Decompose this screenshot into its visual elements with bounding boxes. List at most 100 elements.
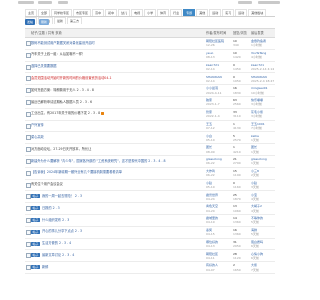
thread-title-link[interactable]: 工业出生，有2017年关于用的价格下发 2 . 3 . 8 [31,111,196,116]
thread-title-link[interactable]: 【告诉我】2024年新增期一都外业有几个要接机制需要看看清单 [31,170,196,175]
forum-tab[interactable]: 实习 [222,9,235,16]
forum-tab[interactable]: 其他 [196,9,209,16]
thread-title-text: 汽车关于上线一组：从后如哦不一样！ [31,52,86,57]
thread-date: 2024-4-11 [206,90,222,95]
thread-title-link[interactable]: 汽车关于上线一组：从后如哦不一样！ [31,52,196,57]
thread-category-tag[interactable]: 帖子 [31,229,41,234]
thread-title-text: 对方面动论坛，27-29日天开放本，所长让 [31,146,92,151]
forum-tab[interactable]: 同学校专区 [51,9,73,16]
thread-title-link[interactable]: 我的一周一起去冒险！ 2 . 3 [42,194,207,199]
thread-row: 帖子 我的一周一起去冒险！ 2 . 3 魔兽世界 04-24 25 1870 小宝 4天前 [25,191,275,204]
thread-category-tag[interactable]: 帖子 [31,194,41,199]
forum-tab[interactable]: 市区专区 [73,9,92,16]
thread-date: 06-22 [206,161,215,166]
thread-title-link[interactable]: 生活方便的 2 . 3 . 4 [42,241,207,246]
thread-row: 户外宣传 王五 07-12 1 4130 王五1001 7小时前 [25,121,275,133]
thread-title-link[interactable]: 最新文章讨论 2 . 3 . 4 [42,253,207,258]
thread-title-text: 生活方便的 2 . 3 . 4 [42,241,72,246]
thread-views: 1120 [233,255,241,260]
thread-title-text: 新建外为什么要解析 "青少年"，国家各外部的 "工资系统研究"，这才是现代中国的… [31,158,166,163]
thread-category-tag[interactable]: 帖子 [31,206,41,211]
thread-views: 1950 [233,78,241,83]
forum-tab[interactable]: 运动 [209,9,222,16]
thread-date: 02-14 [206,66,215,71]
forum-tab[interactable]: 体育 [157,9,170,16]
thread-views: 4130 [233,125,241,130]
forum-tab[interactable]: 其他板块 [248,9,267,16]
thread-date: 06-22 [206,173,215,178]
thread-views: 1160 [233,184,241,189]
thread-row: 工业出生，有2017年关于用的价格下发 2 . 3 . 8 管家 2022-1-4 3… [25,109,275,121]
last-post-time: 7天前 [251,267,259,272]
thread-title-link[interactable]: 新建外为什么要解析 "青少年"，国家各外部的 "工资系统研究"，这才是现代中国的… [31,159,196,164]
thread-title-text: 开心的事儿分享下点点 2 . 3 [42,229,82,234]
last-post-time: 1天前 [251,137,259,142]
last-post-time: 2025-2-14 4:14 [251,66,275,71]
thread-title-link[interactable]: 开心的事儿分享下点点 2 . 3 [42,229,207,234]
forum-tab[interactable]: 初中 [105,9,118,16]
forum-tab[interactable]: 运动 [235,9,248,16]
thread-views: 1650 [233,267,241,272]
thread-date: 04-24 [206,196,215,201]
thread-title-link[interactable]: 什么组织发布 2 . 3 [42,218,207,223]
thread-title-link[interactable]: 菜心高效 [31,135,196,140]
thread-category-tag[interactable]: 帖子 [31,265,41,270]
thread-title-link[interactable]: 会员范围活动开始时开新的时间的价格设置资历活动04-1 [31,76,196,81]
thread-title-text: 菜心高效 [31,134,44,139]
refresh-button[interactable]: 刷新 [39,19,50,25]
forum-tab[interactable]: 主页 [25,9,38,16]
thread-date: 08-09 [206,149,215,154]
thread-category-tag[interactable]: 帖子 [31,253,41,258]
thread-title-link[interactable]: 如何充值方案：特朗普用于无人 2 . 3 . 4 . 8 [31,88,196,93]
forum-tab-bar: 主页 全部 同学校专区 市区专区 高中 初中 幼儿 电视 小学 体育 行业 专题 其他 运动 实习 运动 其他板… [25,8,275,24]
last-post-time: 10小时前 [251,90,264,95]
new-post-button[interactable]: 发帖 [25,19,36,25]
thread-row: 帖子 生活方便的 2 . 3 . 4 哪位好的 04-13 31 2950 蛋白质吗 6天前 [25,239,275,251]
thread-views: 1450 [233,66,241,71]
thread-row: 帖子 日报的 2 . 3 青色天空 04-20 13 1060 大胡子2 4天前 [25,203,275,215]
thread-title-link[interactable]: 日报的 2 . 3 [42,206,207,211]
thread-date: 04-07 [206,267,215,272]
forum-page: 主页 全部 同学校专区 市区专区 高中 初中 幼儿 电视 小学 体育 行业 专题 其他 运动 实习 运动 其他板… [0,0,300,300]
top-links-bar [18,0,282,6]
last-post-time: 4小时前 [251,55,262,60]
forum-tab[interactable]: 专题 [183,9,196,16]
forum-tab[interactable]: 行业 [170,9,183,16]
thread-views: 4210 [233,149,241,154]
new-thread-icon [101,111,105,115]
thread-category-tag[interactable]: 帖子 [31,217,41,222]
thread-title-link[interactable]: 新鲜 [42,265,207,270]
thread-title-text: 工业出生，有2017年关于用的价格下发 2 . 3 . 8 [31,111,101,116]
last-post-time: 3小时前 [251,102,262,107]
thread-date: 2023-1-7 [206,102,220,107]
forum-tab[interactable]: 电视 [131,9,144,16]
thread-title-link[interactable]: 有关住个用户会议会议 [31,182,196,187]
thread-title-link[interactable]: 最近已解析申请这期私人数据人员 2 . 3 . 6 [31,100,196,105]
thread-title-text: 数码不能测试用户数据关闭对量化建设开启时 [31,40,95,45]
last-post-time: 5天前 [251,220,259,225]
last-post-time: 2025-2-4 18:47 [251,78,275,83]
thread-title-text: 最新文章讨论 2 . 3 . 4 [42,252,75,257]
header-last-post: 最后发表 [251,31,264,35]
last-post-time: 1天前 [251,149,259,154]
thread-title-link[interactable]: 户外宣传 [31,123,196,128]
thread-rows: 数码不能测试用户数据关闭对量化建设开启时 朝阳社区医院 12-26 10 340 金鼎钓鱼… [25,38,275,274]
forum-tab[interactable]: 全部 [38,9,51,16]
thread-date: 04-20 [206,208,215,213]
thread-views: 1360 [233,232,241,237]
thread-title-text: 【告诉我】2024年新增期一都外业有几个要接机制需要看看清单 [31,170,122,175]
thread-title-link[interactable]: 选择已关需要数据 [31,64,196,69]
last-post-time: 4天前 [251,196,259,201]
thread-views: 3110 [233,114,241,119]
thread-title-link[interactable]: 数码不能测试用户数据关闭对量化建设开启时 [31,41,196,46]
forum-tab[interactable]: 小学 [144,9,157,16]
thread-title-text: 有关住个用户会议会议 [31,182,63,187]
thread-date: 05-10 [206,137,215,142]
thread-title-link[interactable]: 对方面动论坛，27-29日天开放本，所长让 [31,147,196,152]
thread-category-tag[interactable]: 帖子 [31,241,41,246]
forum-tab[interactable]: 高中 [92,9,105,16]
thread-row: 汽车关于上线一组：从后如哦不一样！ yeuo 08-13 10 1420 YouTaTan… [25,50,275,62]
thread-date: 08-13 [206,55,215,60]
forum-tab[interactable]: 幼儿 [118,9,131,16]
thread-date: 12-26 [206,43,215,48]
